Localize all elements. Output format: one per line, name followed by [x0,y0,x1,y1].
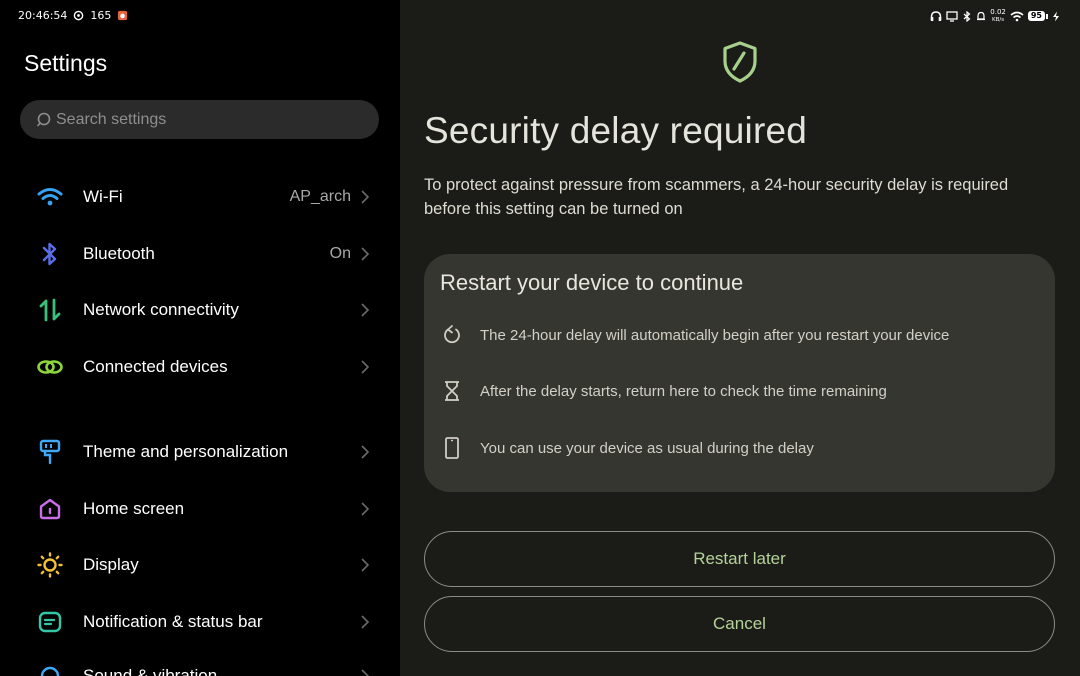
battery-level: 95 [1027,11,1045,21]
settings-item-label: Home screen [83,499,185,518]
settings-item-label: Network connectivity [83,300,239,319]
sound-icon [36,662,64,676]
restart-info-card: Restart your device to continue The 24-h… [424,254,1055,492]
restart-later-button[interactable]: Restart later [424,531,1055,587]
settings-item-label: Display [83,555,139,574]
clock: 20:46:54 [18,9,68,22]
settings-item-value: AP_arch [289,188,351,205]
info-row-phone: You can use your device as usual during … [424,433,1055,463]
page-title: Settings [24,50,108,76]
notification-icon [36,608,64,636]
info-row-restart: The 24-hour delay will automatically beg… [424,320,1055,350]
info-row-text: You can use your device as usual during … [480,439,814,457]
settings-item-wifi[interactable]: Wi-Fi AP_arch [0,172,400,222]
search-icon [36,112,51,127]
chevron-right-icon [361,445,370,459]
settings-item-label: Wi-Fi [83,187,123,206]
app-notification-icon [118,10,128,21]
settings-item-sound[interactable]: Sound & vibration [0,651,400,676]
search-placeholder: Search settings [56,110,167,128]
info-row-hourglass: After the delay starts, return here to c… [424,376,1055,406]
search-input[interactable]: Search settings [20,100,379,139]
charging-icon [1053,11,1059,21]
network-arrows-icon [36,296,64,324]
restart-icon [444,325,460,344]
paintbrush-icon [36,438,64,466]
chevron-right-icon [361,190,370,204]
wifi-status-icon [1010,11,1024,21]
cast-icon [946,10,958,22]
chevron-right-icon [361,303,370,317]
wifi-icon [36,183,64,211]
security-delay-pane: 0.02 KB/s 95 Security delay required To … [400,0,1080,676]
settings-item-notification[interactable]: Notification & status bar [0,597,400,647]
connected-devices-icon [36,353,64,381]
chevron-right-icon [361,247,370,261]
bluetooth-icon [36,240,64,268]
settings-pane: 20:46:54 165 Settings Search settings Wi… [0,0,400,676]
info-row-text: The 24-hour delay will automatically beg… [480,326,950,344]
status-bar-right: 0.02 KB/s 95 [930,8,1060,24]
status-bar-left: 20:46:54 165 [18,9,128,22]
dialog-description: To protect against pressure from scammer… [424,176,1009,218]
refresh-rate: 165 [90,9,112,22]
refresh-rate-icon [74,10,84,21]
settings-item-connected-devices[interactable]: Connected devices [0,342,400,392]
sun-icon [36,551,64,579]
chevron-right-icon [361,360,370,374]
settings-item-label: Connected devices [83,357,228,376]
phone-icon [445,437,459,459]
chevron-right-icon [361,615,370,629]
network-speed: 0.02 KB/s [990,8,1006,23]
chevron-right-icon [361,558,370,572]
settings-item-theme[interactable]: Theme and personalization [0,427,400,477]
cancel-button[interactable]: Cancel [424,596,1055,652]
settings-item-bluetooth[interactable]: Bluetooth On [0,229,400,279]
dialog-title: Security delay required [424,110,808,151]
info-row-text: After the delay starts, return here to c… [480,382,887,400]
settings-item-network[interactable]: Network connectivity [0,285,400,335]
hourglass-icon [445,381,459,401]
settings-item-home-screen[interactable]: Home screen [0,484,400,534]
home-icon [36,495,64,523]
settings-item-label: Notification & status bar [83,612,263,631]
chevron-right-icon [361,669,370,676]
chevron-right-icon [361,502,370,516]
settings-item-value: On [329,245,351,262]
settings-item-label: Sound & vibration [83,666,218,676]
bluetooth-status-icon [963,10,971,22]
headphones-icon [931,10,942,21]
settings-item-display[interactable]: Display [0,540,400,590]
card-title: Restart your device to continue [440,270,744,295]
alarm-icon [977,11,986,20]
battery-tip [1046,13,1048,19]
settings-item-label: Theme and personalization [83,442,289,461]
shield-icon [723,41,757,83]
battery-indicator: 95 [1027,11,1048,21]
settings-item-label: Bluetooth [83,244,155,263]
